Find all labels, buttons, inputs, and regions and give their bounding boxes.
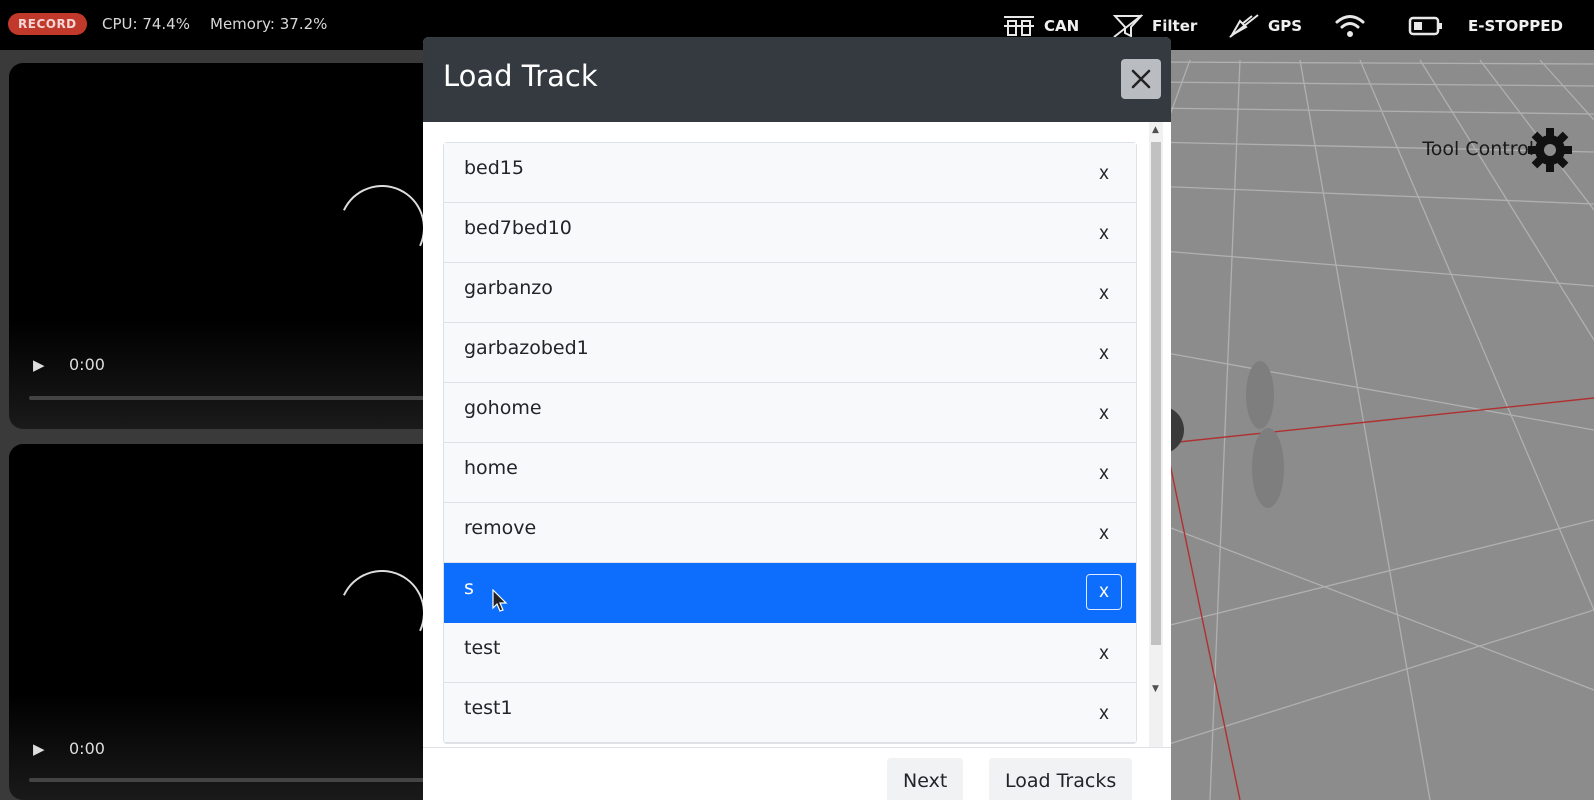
track-list: bed15 x bed7bed10 x garbanzo x garbazobe…	[443, 142, 1137, 744]
filter-label: Filter	[1152, 17, 1198, 35]
record-badge[interactable]: RECORD	[8, 13, 87, 35]
track-name: remove	[464, 517, 537, 539]
track-item-garbanzo[interactable]: garbanzo x	[444, 263, 1136, 323]
delete-track-button[interactable]: x	[1086, 396, 1122, 432]
delete-track-button[interactable]: x	[1086, 516, 1122, 552]
track-item-gohome[interactable]: gohome x	[444, 383, 1136, 443]
gps-status: GPS	[1228, 12, 1302, 40]
tool-control-label: Tool Control	[1422, 138, 1534, 160]
delete-track-button[interactable]: x	[1086, 696, 1122, 732]
gear-icon[interactable]	[1526, 126, 1574, 174]
track-name: bed15	[464, 157, 524, 179]
next-button[interactable]: Next	[887, 758, 964, 800]
track-name: bed7bed10	[464, 217, 572, 239]
mouse-cursor-icon	[492, 589, 508, 612]
memory-usage: Memory: 37.2%	[210, 15, 328, 33]
track-name: test	[464, 637, 501, 659]
delete-track-button[interactable]: x	[1086, 336, 1122, 372]
delete-track-button[interactable]: x	[1086, 276, 1122, 312]
delete-track-button[interactable]: x	[1086, 456, 1122, 492]
track-item-s[interactable]: s x	[444, 563, 1136, 623]
track-item-bed15[interactable]: bed15 x	[444, 143, 1136, 203]
can-status: CAN	[1002, 12, 1079, 40]
track-name: s	[464, 577, 474, 599]
scroll-up-icon[interactable]: ▲	[1152, 125, 1159, 135]
battery-status	[1408, 12, 1444, 40]
close-icon	[1131, 69, 1151, 89]
modal-body[interactable]: bed15 x bed7bed10 x garbanzo x garbazobe…	[423, 122, 1171, 747]
gps-label: GPS	[1268, 17, 1303, 35]
track-item-bed7bed10[interactable]: bed7bed10 x	[444, 203, 1136, 263]
modal-header: Load Track	[423, 37, 1171, 122]
delete-track-button[interactable]: x	[1086, 636, 1122, 672]
delete-track-button[interactable]: x	[1086, 574, 1122, 610]
delete-track-button[interactable]: x	[1086, 216, 1122, 252]
modal-title: Load Track	[443, 59, 598, 93]
video-time: 0:00	[69, 739, 105, 758]
loading-spinner	[326, 557, 438, 669]
can-bus-icon	[1004, 16, 1034, 36]
wifi-icon	[1335, 15, 1365, 37]
track-name: home	[464, 457, 518, 479]
track-name: gohome	[464, 397, 542, 419]
satellite-icon	[1229, 14, 1259, 38]
delete-track-button[interactable]: x	[1086, 156, 1122, 192]
track-name: garbanzo	[464, 277, 553, 299]
video-time: 0:00	[69, 355, 105, 374]
can-label: CAN	[1044, 17, 1080, 35]
track-item-remove[interactable]: remove x	[444, 503, 1136, 563]
estop-label: E-STOPPED	[1468, 17, 1563, 35]
close-button[interactable]	[1121, 59, 1161, 99]
track-name: garbazobed1	[464, 337, 589, 359]
track-name: test1	[464, 697, 513, 719]
wifi-status	[1334, 12, 1366, 40]
play-icon[interactable]: ▶	[33, 356, 45, 374]
loading-spinner	[326, 172, 438, 284]
track-item-home[interactable]: home x	[444, 443, 1136, 503]
cpu-usage: CPU: 74.4%	[102, 15, 190, 33]
load-track-modal: Load Track bed15 x bed7bed10 x garbanzo …	[423, 37, 1171, 800]
battery-icon	[1408, 16, 1442, 36]
scroll-down-icon[interactable]: ▼	[1152, 684, 1159, 694]
play-icon[interactable]: ▶	[33, 740, 45, 758]
modal-scrollbar[interactable]: ▲ ▼	[1149, 122, 1163, 747]
estop-status[interactable]: E-STOPPED	[1468, 12, 1563, 40]
load-tracks-button[interactable]: Load Tracks	[989, 758, 1133, 800]
filter-icon	[1112, 14, 1144, 38]
track-item-test[interactable]: test x	[444, 623, 1136, 683]
track-item-test1[interactable]: test1 x	[444, 683, 1136, 743]
track-item-garbazobed1[interactable]: garbazobed1 x	[444, 323, 1136, 383]
filter-status: Filter	[1112, 12, 1197, 40]
scroll-thumb[interactable]	[1151, 142, 1161, 645]
modal-footer: Next Load Tracks	[423, 747, 1171, 800]
